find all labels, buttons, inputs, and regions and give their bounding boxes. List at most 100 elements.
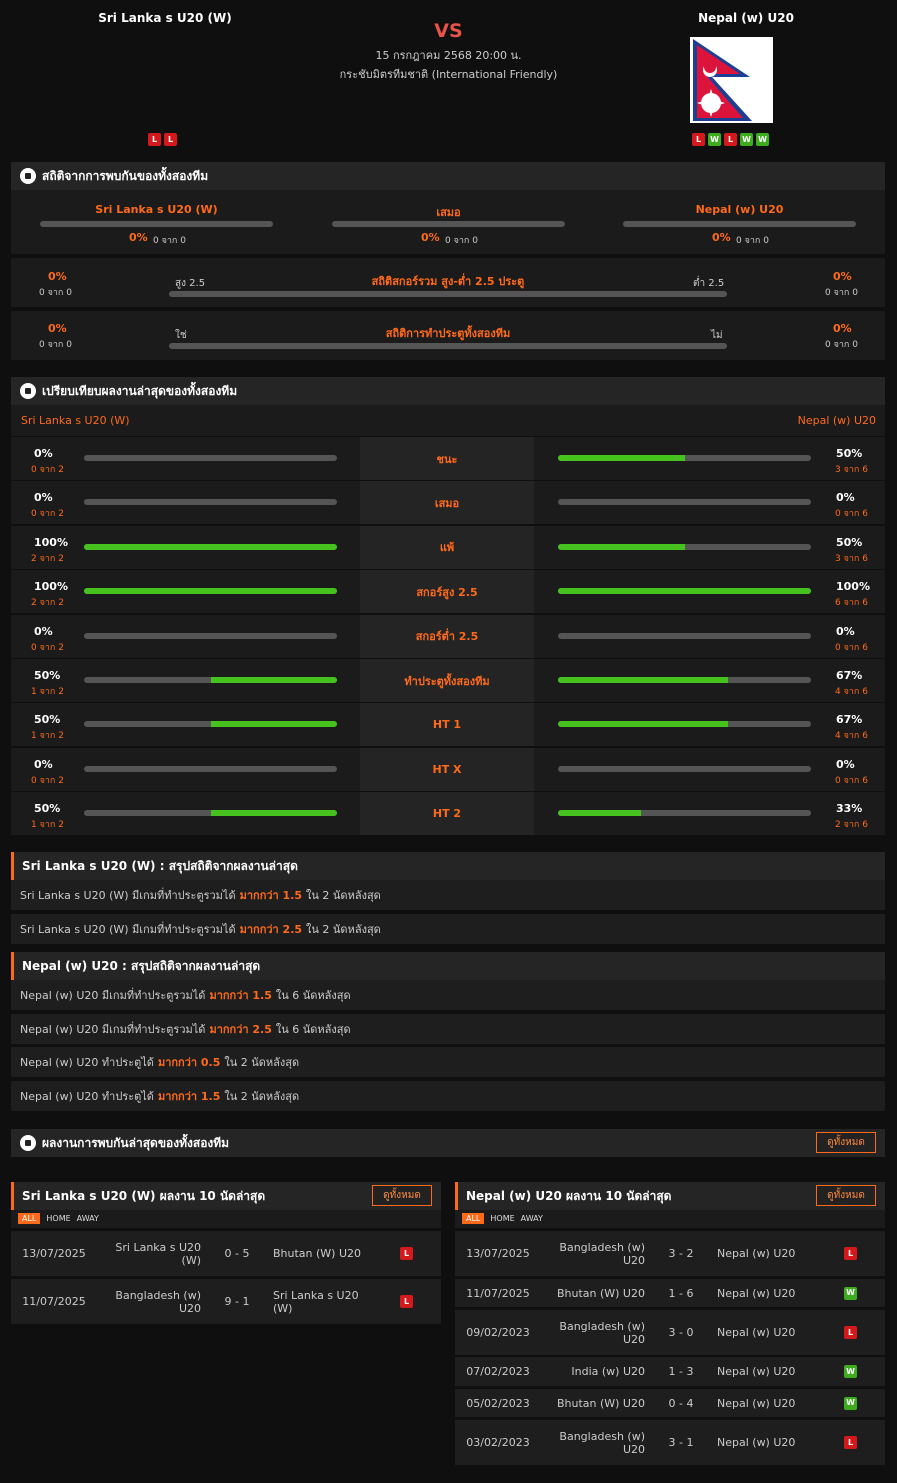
compare-home-team[interactable]: Sri Lanka s U20 (W): [21, 414, 130, 427]
filter-tab-all[interactable]: ALL: [18, 1213, 41, 1224]
compare-team-row: Sri Lanka s U20 (W) Nepal (w) U20: [11, 405, 885, 436]
match-score: 0 - 5: [224, 1247, 250, 1260]
under-sub: 0 จาก 0: [825, 288, 858, 298]
match-row[interactable]: 09/02/2023 Bangladesh (w) U20 3 - 0 Nepal (…: [455, 1310, 885, 1355]
match-home-team[interactable]: Bangladesh (w) U20: [551, 1310, 645, 1355]
under-label: ต่ำ 2.5: [693, 278, 725, 289]
view-all-away-button[interactable]: ดูทั้งหมด: [816, 1185, 876, 1206]
away-summary-header: Nepal (w) U20 : สรุปสถิติจากผลงานล่าสุด: [11, 952, 885, 980]
match-away-team[interactable]: Nepal (w) U20: [717, 1357, 817, 1386]
match-row[interactable]: 11/07/2025 Bangladesh (w) U20 9 - 1 Sri Lan…: [11, 1279, 441, 1324]
match-date: 13/07/2025: [466, 1247, 530, 1260]
result-badge: W: [844, 1286, 857, 1300]
match-result: L: [400, 1231, 414, 1276]
away-form-badges: LWLWW: [692, 133, 769, 146]
compare-left-sub: 0 จาก 2: [31, 509, 64, 520]
compare-label: สกอร์ต่ำ 2.5: [360, 614, 534, 658]
summary-pre: Sri Lanka s U20 (W) มีเกมที่ทำประตูรวมได…: [20, 889, 236, 902]
match-home-team[interactable]: Bangladesh (w) U20: [107, 1279, 201, 1324]
match-score: 3 - 1: [668, 1436, 694, 1449]
match-row[interactable]: 03/02/2023 Bangladesh (w) U20 3 - 1 Nepal (…: [455, 1420, 885, 1465]
match-home-team[interactable]: Bangladesh (w) U20: [551, 1420, 645, 1465]
compare-right-sub: 3 จาก 6: [835, 465, 868, 475]
compare-label: HT 2: [360, 792, 534, 836]
match-row[interactable]: 05/02/2023 Bhutan (W) U20 0 - 4 Nepal (w) U…: [455, 1389, 885, 1417]
match-away-team[interactable]: Nepal (w) U20: [717, 1310, 817, 1355]
compare-right-panel: 100% 6 จาก 6: [534, 570, 885, 614]
view-all-h2h-button[interactable]: ดูทั้งหมด: [816, 1132, 876, 1153]
compare-right-panel: 0% 0 จาก 6: [534, 481, 885, 525]
h2h-col-sub: 0 จาก 0: [736, 236, 769, 246]
match-away-team[interactable]: Nepal (w) U20: [717, 1420, 817, 1465]
compare-right-sub: 2 จาก 6: [835, 820, 868, 831]
match-result: W: [844, 1389, 858, 1417]
form-badge: L: [164, 133, 177, 146]
compare-right-sub: 0 จาก 6: [835, 642, 868, 653]
compare-right-pct: 100%: [836, 580, 870, 594]
summary-highlight: มากกว่า 1.5: [239, 889, 303, 902]
filter-tab-home[interactable]: HOME: [46, 1214, 70, 1223]
result-badge: L: [400, 1295, 413, 1308]
compare-right-sub: 4 จาก 6: [835, 731, 868, 742]
compare-right-pct: 67%: [836, 669, 863, 682]
match-row[interactable]: 07/02/2023 India (w) U20 1 - 3 Nepal (w) U2…: [455, 1357, 885, 1386]
match-result: W: [844, 1279, 858, 1307]
compare-left-pct: 100%: [34, 535, 68, 549]
compare-left-panel: 0% 0 จาก 2: [11, 614, 360, 658]
summary-pre: Sri Lanka s U20 (W) มีเกมที่ทำประตูรวมได…: [20, 922, 236, 936]
compare-right-sub: 4 จาก 6: [835, 687, 868, 697]
view-all-home-button[interactable]: ดูทั้งหมด: [372, 1185, 432, 1206]
compare-right-panel: 0% 0 จาก 6: [534, 747, 885, 791]
match-home-team[interactable]: Bangladesh (w) U20: [551, 1231, 645, 1276]
compare-left-sub: 0 จาก 2: [31, 775, 64, 786]
compare-away-team[interactable]: Nepal (w) U20: [798, 414, 876, 427]
compare-label: ชนะ: [360, 437, 534, 480]
match-away-team[interactable]: Sri Lanka s U20 (W): [273, 1279, 373, 1324]
compare-row: 0% 0 จาก 2 สกอร์ต่ำ 2.5 0% 0 จาก 6: [11, 614, 885, 659]
match-away-team[interactable]: Nepal (w) U20: [717, 1279, 817, 1307]
summary-highlight: มากกว่า 2.5: [239, 922, 303, 936]
btts-title: สถิติการทำประตูทั้งสองทีม: [385, 327, 511, 340]
btts-no-pct: 0%: [833, 322, 852, 335]
filter-tab-home[interactable]: HOME: [490, 1214, 514, 1223]
summary-highlight: มากกว่า 1.5: [157, 1090, 221, 1104]
compare-right-bar: [558, 455, 811, 461]
away-team-name[interactable]: Nepal (w) U20: [656, 11, 836, 25]
match-away-team[interactable]: Nepal (w) U20: [717, 1231, 817, 1276]
filter-tab-away[interactable]: AWAY: [521, 1214, 543, 1223]
match-home-team[interactable]: Sri Lanka s U20 (W): [107, 1231, 201, 1276]
compare-left-sub: 2 จาก 2: [31, 598, 64, 609]
compare-left-fill: [210, 677, 337, 683]
result-badge: L: [400, 1247, 413, 1260]
match-home-team[interactable]: Bhutan (W) U20: [551, 1279, 645, 1307]
match-row[interactable]: 13/07/2025 Sri Lanka s U20 (W) 0 - 5 Bhutan…: [11, 1231, 441, 1276]
away-recent-title: Nepal (w) U20 ผลงาน 10 นัดล่าสุด: [466, 1188, 672, 1203]
match-row[interactable]: 11/07/2025 Bhutan (W) U20 1 - 6 Nepal (w) U…: [455, 1279, 885, 1307]
filter-tab-away[interactable]: AWAY: [77, 1214, 99, 1223]
football-icon: [20, 1135, 36, 1151]
match-result: L: [844, 1310, 858, 1355]
match-home-team[interactable]: India (w) U20: [551, 1357, 645, 1386]
form-badge: L: [148, 133, 161, 146]
compare-right-panel: 67% 4 จาก 6: [534, 659, 885, 702]
form-badge: W: [708, 133, 721, 146]
match-away-team[interactable]: Bhutan (W) U20: [273, 1231, 373, 1276]
match-row[interactable]: 13/07/2025 Bangladesh (w) U20 3 - 2 Nepal (…: [455, 1231, 885, 1276]
compare-right-bar: [558, 721, 811, 728]
compare-left-bar: [84, 765, 337, 772]
compare-right-bar: [558, 810, 811, 817]
result-badge: L: [844, 1436, 857, 1449]
compare-row: 0% 0 จาก 2 เสมอ 0% 0 จาก 6: [11, 481, 885, 526]
compare-row: 50% 1 จาก 2 HT 2 33% 2 จาก 6: [11, 792, 885, 837]
compare-left-bar: [84, 677, 337, 683]
match-away-team[interactable]: Nepal (w) U20: [717, 1389, 817, 1417]
compare-right-pct: 0%: [836, 491, 855, 505]
over-under-bar: [169, 291, 727, 297]
compare-left-pct: 50%: [34, 713, 61, 727]
filter-tab-all[interactable]: ALL: [462, 1213, 485, 1224]
match-home-team[interactable]: Bhutan (W) U20: [551, 1389, 645, 1417]
compare-right-pct: 33%: [836, 802, 863, 816]
compare-left-bar: [84, 499, 337, 506]
summary-highlight: มากกว่า 1.5: [209, 989, 272, 1002]
h2h-col-label: เสมอ: [436, 206, 461, 219]
